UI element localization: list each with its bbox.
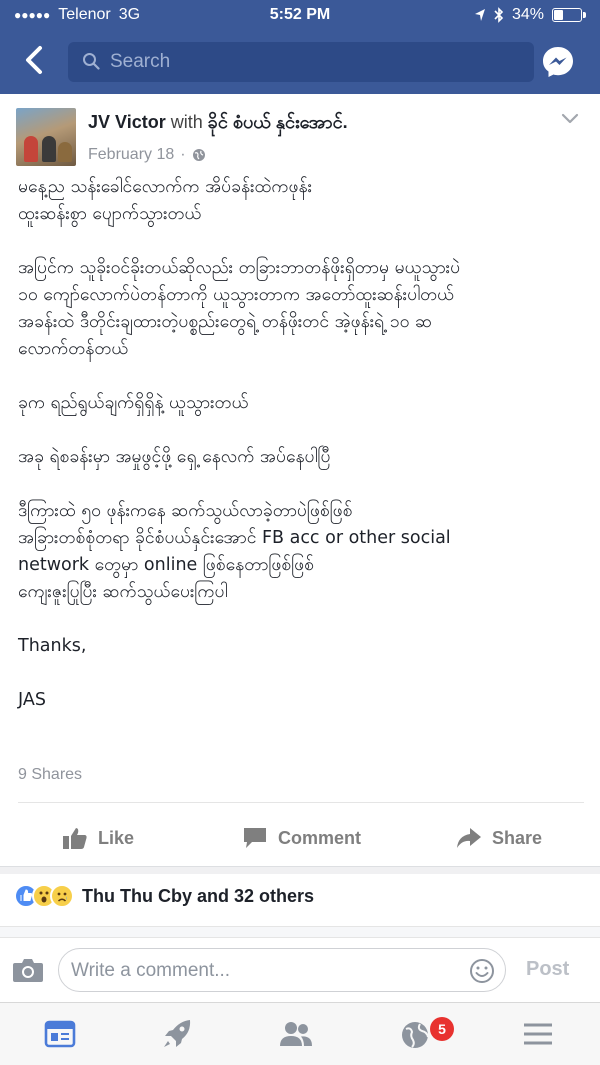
menu-icon[interactable] (520, 1017, 556, 1051)
reactions-text[interactable]: Thu Thu Cby and 32 others (82, 886, 314, 907)
chevron-left-icon (26, 46, 42, 74)
shares-count[interactable]: 9 Shares (18, 766, 82, 784)
avatar-figure (24, 136, 38, 162)
post-text-line: network တွေမှာ online ဖြစ်နေတာဖြစ်ဖြစ် (18, 555, 315, 575)
post-text-line: အခု ရဲစခန်းမှာ အမှုဖွင့်ဖို့ ရှေ့ နေလက် … (18, 447, 331, 467)
location-arrow-icon (474, 9, 485, 21)
post-text-line: လောက်တန်တယ် (18, 339, 129, 359)
author-name[interactable]: JV Victor (88, 112, 166, 132)
post-paragraph: အပြင်က သူခိုးဝင်ခိုးတယ်ဆိုလည်း တခြားဘာတန… (18, 255, 584, 363)
globe-icon[interactable] (398, 1017, 434, 1051)
share-button[interactable]: Share (456, 818, 542, 858)
chevron-down-icon[interactable] (560, 112, 580, 126)
post-date[interactable]: February 18 (88, 146, 174, 164)
like-button[interactable]: Like (62, 818, 134, 858)
messenger-icon[interactable] (540, 44, 576, 80)
post-paragraph: အခု ရဲစခန်းမှာ အမှုဖွင့်ဖို့ ရှေ့ နေလက် … (18, 444, 584, 471)
battery-icon (552, 8, 586, 22)
avatar[interactable] (16, 108, 76, 166)
post-text-line: အခန်းထဲ ဒီတိုင်းချထားတဲ့ပစ္စည်းတွေရဲ့ တန… (18, 312, 432, 332)
post-comment-button[interactable]: Post (526, 958, 569, 981)
post-paragraph: JAS (18, 687, 584, 714)
battery-level (554, 10, 563, 20)
post-text-line: အခြားတစ်စုံတရာ ခိုင်စံပယ်နှင်းအောင် FB a… (18, 528, 451, 548)
post-text-line: ဒီကြားထဲ ၅၀ ဖုန်းကနေ ဆက်သွယ်လာခဲ့တာပဲဖြစ… (18, 501, 353, 521)
post-body: မနေ့ည သန်းခေါင်လောက်က အိပ်ခန်းထဲကဖုန်းထူ… (18, 174, 584, 741)
section-divider (0, 866, 600, 874)
post-text-line: ထူးဆန်းစွာ ပျောက်သွားတယ် (18, 204, 202, 224)
avatar-figure (58, 142, 72, 162)
post-paragraph: ဒီကြားထဲ ၅၀ ဖုန်းကနေ ဆက်သွယ်လာခဲ့တာပဲဖြစ… (18, 498, 584, 606)
reactions-summary[interactable]: Thu Thu Cby and 32 others (14, 880, 314, 912)
post-paragraph: Thanks, (18, 633, 584, 660)
post-text-line: ၁၀ ကျော်လောက်ပဲတန်တာကို ယူသွားတာက အတော်ထ… (18, 285, 455, 305)
share-label: Share (492, 827, 543, 848)
battery-percent: 34% (511, 6, 544, 23)
post-text-line: Thanks, (18, 636, 87, 656)
post-text-line: JAS (18, 690, 46, 710)
divider (18, 802, 584, 803)
comment-composer: Write a comment... Post (0, 938, 600, 1002)
friends-icon[interactable] (278, 1017, 314, 1051)
globe-privacy-icon (192, 149, 205, 161)
notification-badge: 5 (430, 1017, 454, 1041)
top-navigation-bar: ●●●●● Telenor 3G 5:52 PM 34% Search (0, 0, 600, 94)
post-text-line: ခုက ရည်ရွယ်ချက်ရှိရှိနဲ့ ယူသွားတယ် (18, 393, 249, 413)
post-meta: February 18 · (88, 146, 206, 164)
post-paragraph: မနေ့ည သန်းခေါင်လောက်က အိပ်ခန်းထဲကဖုန်းထူ… (18, 174, 584, 228)
bluetooth-icon (494, 7, 504, 23)
search-icon (83, 53, 100, 70)
share-arrow-icon (457, 828, 481, 848)
post-text-line: အပြင်က သူခိုးဝင်ခိုးတယ်ဆိုလည်း တခြားဘာတန… (18, 258, 461, 278)
rocket-icon[interactable] (160, 1017, 196, 1051)
post-actions: Like Comment Share (0, 818, 600, 858)
back-button[interactable] (22, 42, 58, 82)
post-paragraph: ခုက ရည်ရွယ်ချက်ရှိရှိနဲ့ ယူသွားတယ် (18, 390, 584, 417)
comment-icon (244, 828, 266, 848)
search-placeholder: Search (110, 51, 171, 72)
author-line: JV Victor with ခိုင် စံပယ် နှင်းအောင်. (88, 110, 348, 137)
with-text: with (170, 112, 203, 132)
section-divider (0, 926, 600, 938)
avatar-figure (42, 136, 56, 162)
comment-input[interactable]: Write a comment... (58, 948, 506, 992)
news-feed-icon[interactable] (42, 1017, 78, 1051)
post-text-line: မနေ့ည သန်းခေါင်လောက်က အိပ်ခန်းထဲကဖုန်း (18, 177, 313, 197)
sad-reaction-icon (50, 884, 74, 908)
thumbs-up-icon (63, 828, 87, 849)
camera-icon[interactable] (12, 956, 44, 984)
meta-separator: · (180, 146, 186, 163)
emoji-icon[interactable] (469, 958, 495, 984)
comment-label: Comment (278, 827, 362, 848)
post-header: JV Victor with ခိုင် စံပယ် နှင်းအောင်. F… (0, 100, 600, 170)
comment-button[interactable]: Comment (242, 818, 361, 858)
search-input[interactable]: Search (68, 42, 534, 82)
comment-placeholder: Write a comment... (71, 960, 231, 981)
status-bar: ●●●●● Telenor 3G 5:52 PM 34% (0, 0, 600, 32)
tagged-person[interactable]: ခိုင် စံပယ် နှင်းအောင်. (208, 112, 348, 132)
bottom-tab-bar: 5 (0, 1002, 600, 1065)
post-text-line: ကျေးဇူးပြုပြီး ဆက်သွယ်ပေးကြပါ (18, 582, 228, 602)
status-right: 34% (474, 6, 586, 24)
like-label: Like (98, 827, 135, 848)
